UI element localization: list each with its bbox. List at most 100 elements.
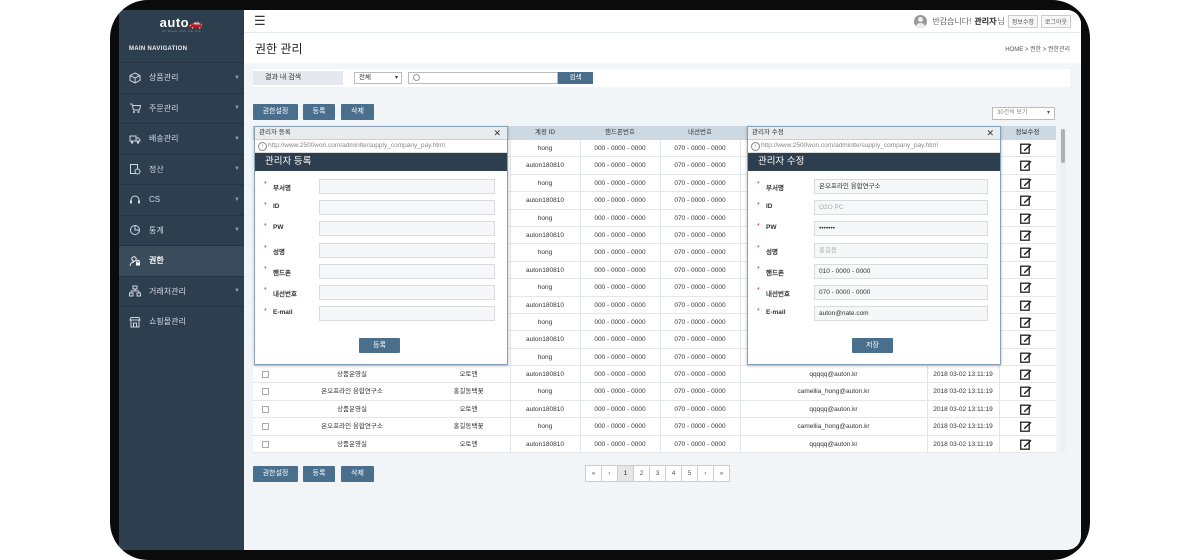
table-scrollbar[interactable] [1060, 126, 1066, 452]
row-checkbox[interactable] [262, 388, 269, 396]
field-input[interactable]: 070 - 0000 - 0000 [814, 285, 988, 300]
close-icon[interactable]: ✕ [986, 127, 994, 139]
sidebar-item-2[interactable]: 배송관리 ▼ [119, 123, 244, 154]
cell-phone: 000 - 0000 - 0000 [594, 231, 646, 239]
permission-button-bottom[interactable]: 권한설정 [253, 466, 298, 482]
edit-save-button[interactable]: 저장 [852, 338, 893, 353]
field-input[interactable] [319, 200, 495, 216]
cell-ext: 070 - 0000 - 0000 [674, 197, 726, 205]
per-page-select[interactable]: 30건씩 보기 [992, 107, 1055, 120]
scrollbar-thumb[interactable] [1061, 129, 1065, 163]
register-button[interactable]: 등록 [303, 104, 335, 120]
page-1-button[interactable]: 1 [617, 465, 634, 482]
row-checkbox[interactable] [262, 440, 269, 448]
edit-icon[interactable] [1020, 282, 1032, 293]
table-row[interactable]: 상품운영실 오토앤 auton180810 000 - 0000 - 0000 070 … [253, 400, 1056, 419]
sidebar-item-5[interactable]: 통계 ▼ [119, 214, 244, 246]
search-button[interactable]: 검색 [558, 72, 593, 84]
edit-icon[interactable] [1020, 404, 1032, 415]
edit-icon[interactable] [1020, 317, 1032, 328]
field-label: E-mail [766, 309, 786, 317]
edit-icon[interactable] [1020, 178, 1032, 189]
row-checkbox[interactable] [262, 371, 269, 379]
edit-icon[interactable] [1020, 352, 1032, 363]
field-input[interactable] [319, 242, 495, 258]
page-first-button[interactable]: « [585, 465, 602, 482]
edit-icon[interactable] [1020, 265, 1032, 276]
row-checkbox[interactable] [262, 423, 269, 431]
table-row[interactable]: 상품운영실 오토앤 auton180810 000 - 0000 - 0000 070 … [253, 435, 1056, 454]
field-input[interactable]: ••••••• [814, 221, 988, 237]
edit-icon[interactable] [1020, 247, 1032, 259]
table-row[interactable]: 온오프라인 융합연구소 홍길동백꽃 hong 000 - 0000 - 0000 070… [253, 418, 1056, 436]
logout-button[interactable]: 로그아웃 [1040, 15, 1071, 28]
edit-icon[interactable] [1020, 386, 1032, 398]
cell-phone: 000 - 0000 - 0000 [594, 318, 646, 326]
table-row[interactable]: 상품운영실 오토앤 auton180810 000 - 0000 - 0000 070 … [253, 366, 1056, 384]
edit-profile-button[interactable]: 정보수정 [1007, 15, 1038, 28]
field-input[interactable] [319, 221, 495, 237]
cell-date: 2018 03-02 13:11:19 [933, 388, 993, 396]
field-input[interactable]: O2O PC [814, 200, 988, 216]
edit-icon[interactable] [1020, 439, 1032, 450]
page-next-button[interactable]: › [697, 465, 714, 482]
field-label: 부서명 [273, 185, 291, 192]
edit-icon[interactable] [1020, 143, 1032, 154]
search-input[interactable] [408, 72, 558, 84]
edit-icon[interactable] [1020, 195, 1032, 207]
edit-icon[interactable] [1020, 213, 1032, 224]
field-input[interactable]: auton@nate.com [814, 306, 988, 322]
cell-phone: 000 - 0000 - 0000 [594, 301, 646, 309]
cell-id: auton180810 [526, 371, 564, 379]
edit-icon[interactable] [1020, 160, 1032, 172]
field-input[interactable] [319, 179, 495, 194]
field-label: PW [273, 224, 284, 232]
column-divider [999, 366, 1000, 383]
sidebar-item-4[interactable]: CS ▼ [119, 184, 244, 215]
page-4-button[interactable]: 4 [665, 465, 682, 482]
field-input[interactable] [319, 263, 495, 279]
field-input[interactable]: 온오프라인 융합연구소 [814, 179, 988, 194]
page-last-button[interactable]: » [713, 465, 730, 482]
sidebar-item-1[interactable]: 주문관리 ▼ [119, 92, 244, 124]
cell-id: auton180810 [526, 231, 564, 239]
column-divider [999, 383, 1000, 400]
edit-icon[interactable] [1020, 230, 1032, 241]
page-5-button[interactable]: 5 [681, 465, 698, 482]
sidebar-item-8[interactable]: 쇼핑몰관리 [119, 306, 244, 337]
required-mark: * [264, 223, 267, 231]
edit-icon[interactable] [1020, 369, 1032, 380]
register-button-bottom[interactable]: 등록 [303, 466, 335, 482]
field-input[interactable] [319, 306, 495, 322]
cell-id: hong [537, 423, 553, 431]
page-2-button[interactable]: 2 [633, 465, 650, 482]
edit-icon[interactable] [1020, 334, 1032, 346]
honorific: 님 [997, 17, 1005, 26]
logo[interactable]: auto🚗 all about your car life [119, 10, 244, 36]
sidebar-item-6[interactable]: 권한 [119, 245, 244, 276]
field-input[interactable]: 홍길동 [814, 242, 988, 258]
edit-icon[interactable] [1020, 300, 1032, 311]
cell-name: 홍길동백꽃 [453, 423, 484, 431]
sidebar-item-3[interactable]: 정산 ▼ [119, 153, 244, 185]
nav-list: 상품관리 ▼ 주문관리 ▼ 배송관리 ▼ 정산 ▼ CS ▼ 통계 ▼ 권한 거래처관리 ▼ 쇼핑몰관리 [119, 62, 244, 337]
page-3-button[interactable]: 3 [649, 465, 666, 482]
field-label: 핸드폰 [766, 269, 784, 277]
field-input[interactable]: 010 - 0000 - 0000 [814, 263, 988, 279]
delete-button-bottom[interactable]: 삭제 [341, 466, 374, 482]
hamburger-menu-icon[interactable]: ☰ [254, 14, 266, 28]
delete-button[interactable]: 삭제 [341, 104, 374, 120]
page-prev-button[interactable]: ‹ [601, 465, 618, 482]
close-icon[interactable]: ✕ [493, 127, 501, 139]
permission-button[interactable]: 권한설정 [253, 104, 298, 120]
user-area: 반갑습니다! 관리자 님 정보수정 로그아웃 [914, 15, 1071, 28]
row-checkbox[interactable] [262, 405, 269, 413]
cell-phone: 000 - 0000 - 0000 [594, 353, 646, 361]
sidebar-item-0[interactable]: 상품관리 ▼ [119, 62, 244, 93]
field-input[interactable] [319, 285, 495, 300]
table-row[interactable]: 온오프라인 융합연구소 홍길동백꽃 hong 000 - 0000 - 0000 070… [253, 383, 1056, 401]
register-submit-button[interactable]: 등록 [359, 338, 400, 353]
edit-icon[interactable] [1020, 421, 1032, 433]
search-scope-select[interactable]: 전체 [354, 72, 402, 84]
sidebar-item-7[interactable]: 거래처관리 ▼ [119, 275, 244, 307]
